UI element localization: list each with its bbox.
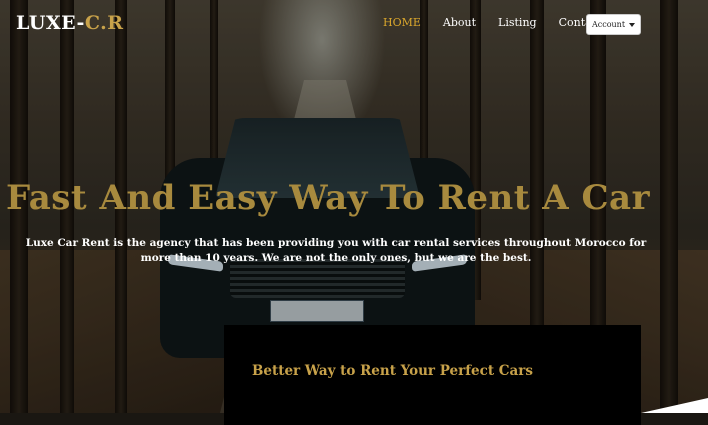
hero-headline: Fast And Easy Way To Rent A Car [5,178,651,218]
brand-prefix: LUXE- [16,12,85,34]
caret-down-icon [629,22,636,27]
nav-listing[interactable]: Listing [498,16,537,29]
panel-title: Better Way to Rent Your Perfect Cars [252,363,533,379]
account-dropdown-button[interactable]: Account [586,14,641,35]
nav-home[interactable]: HOME [383,16,421,29]
brand-logo[interactable]: LUXE-C.R [16,12,124,34]
info-panel: Better Way to Rent Your Perfect Cars [224,325,641,425]
brand-accent: C.R [84,12,124,34]
hero-description: Luxe Car Rent is the agency that has bee… [25,237,647,264]
nav-about[interactable]: About [443,16,476,29]
account-label: Account [591,20,626,29]
